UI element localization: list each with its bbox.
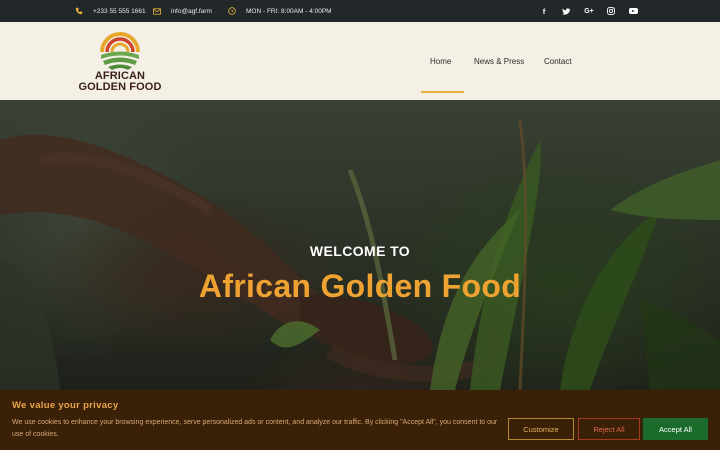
cookie-title: We value your privacy [12,400,119,411]
hero-banner: WELCOME TO African Golden Food [0,100,720,390]
email-address: info@agf.farm [171,7,212,15]
reject-all-button[interactable]: Reject All [578,418,640,440]
phone-icon [75,7,83,15]
nav-home[interactable]: Home [430,44,451,78]
logo-text-line2: GOLDEN FOOD [78,81,162,93]
active-nav-indicator [421,91,464,93]
email-contact[interactable]: info@agf.farm [153,0,212,22]
facebook-icon[interactable]: f [537,0,551,22]
envelope-icon [153,7,161,15]
nav-contact[interactable]: Contact [544,44,572,78]
phone-number: +233 55 555 1661 [93,7,146,15]
hero-title: African Golden Food [198,268,522,304]
cookie-description: We use cookies to enhance your browsing … [12,419,498,438]
cookie-consent-banner: We value your privacy We use cookies to … [0,390,720,450]
logo-mark-icon [100,32,140,70]
business-hours: MON - FRI: 8:00AM - 4:00PM [228,0,332,22]
accept-all-button[interactable]: Accept All [643,418,708,440]
instagram-icon[interactable] [604,0,618,22]
google-plus-icon[interactable]: G+ [582,0,596,22]
site-header: AFRICAN GOLDEN FOOD Home News & Press Co… [0,22,720,100]
top-bar: +233 55 555 1661 info@agf.farm MON - FRI… [0,0,720,22]
site-logo[interactable]: AFRICAN GOLDEN FOOD [70,26,170,96]
youtube-icon[interactable] [626,0,640,22]
customize-button[interactable]: Customize [508,418,574,440]
phone-contact[interactable]: +233 55 555 1661 [75,0,146,22]
twitter-icon[interactable] [559,0,573,22]
hero-pretitle: WELCOME TO [309,243,411,259]
clock-icon [228,7,236,15]
nav-news-press[interactable]: News & Press [474,44,524,78]
hours-text: MON - FRI: 8:00AM - 4:00PM [246,7,332,15]
